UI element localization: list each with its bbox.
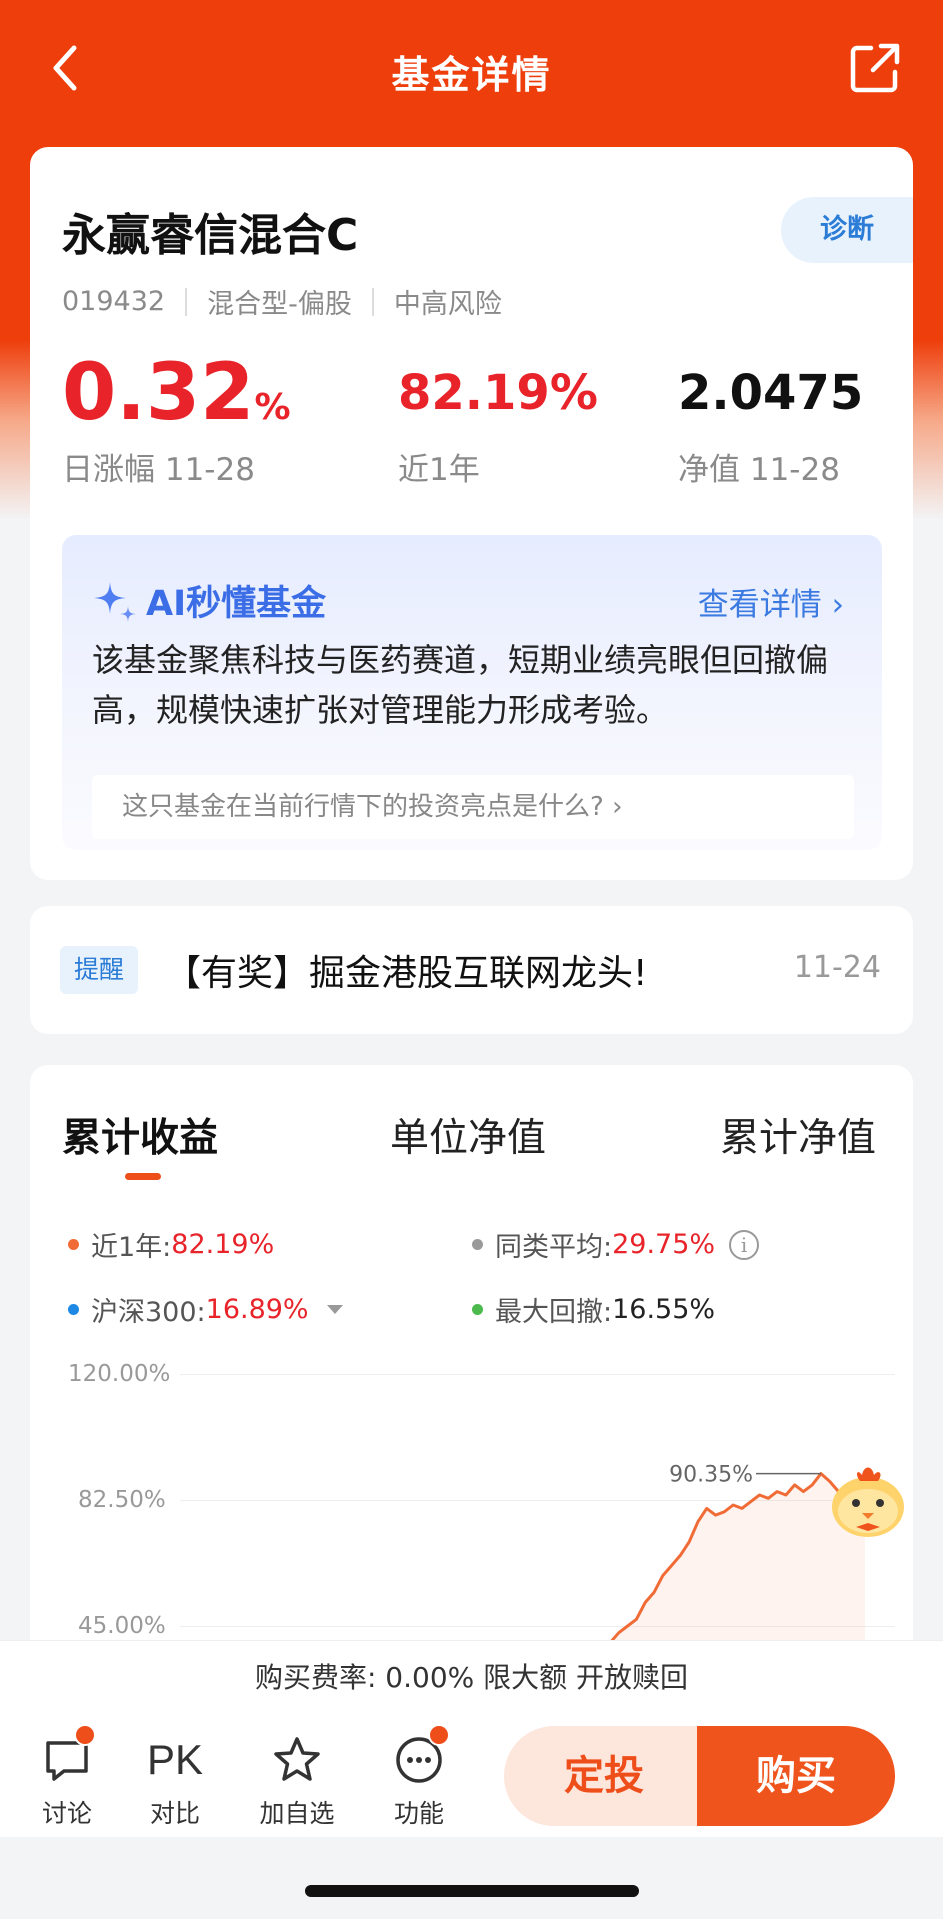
nav-label: 净值 11-28 <box>678 452 840 488</box>
divider <box>185 287 188 316</box>
ai-suggested-question[interactable]: 这只基金在当前行情下的投资亮点是什么? › <box>92 775 854 839</box>
home-indicator-area <box>0 1837 943 1919</box>
notification-badge <box>428 1724 450 1746</box>
notice-date: 11-24 <box>793 950 881 985</box>
fund-type: 混合型-偏股 <box>207 289 352 320</box>
ai-view-details-link[interactable]: 查看详情 › <box>698 579 844 624</box>
discuss-label: 讨论 <box>41 1799 92 1828</box>
daily-change-unit: % <box>254 387 291 428</box>
daily-change-number: 0.32 <box>62 348 255 438</box>
peak-label: 90.35% <box>669 1463 753 1488</box>
compare-button[interactable]: PK 对比 <box>130 1732 220 1830</box>
daily-change-label: 日涨幅 11-28 <box>62 452 255 488</box>
add-watchlist-button[interactable]: 加自选 <box>252 1732 342 1830</box>
fund-code: 019432 <box>62 286 166 317</box>
return-chart[interactable]: 90.35% <box>30 1065 913 1665</box>
buy-button[interactable]: 购买 <box>697 1726 895 1826</box>
func-label: 功能 <box>393 1799 444 1828</box>
notification-badge <box>74 1724 96 1746</box>
year-return-value: 82.19% <box>398 365 598 421</box>
notice-tag: 提醒 <box>60 946 138 994</box>
home-indicator[interactable] <box>305 1885 639 1897</box>
watch-label: 加自选 <box>259 1799 335 1828</box>
more-functions-button[interactable]: 功能 <box>374 1724 464 1830</box>
compare-icon-wrap: PK <box>130 1732 220 1788</box>
func-icon-wrap <box>374 1724 464 1788</box>
page-title: 基金详情 <box>391 53 552 97</box>
ai-insight-card: AI秒懂基金 查看详情 › 该基金聚焦科技与医药赛道，短期业绩亮眼但回撤偏高，规… <box>30 515 913 880</box>
fund-name: 永赢睿信混合C <box>62 210 359 261</box>
fund-meta: 019432 混合型-偏股 中高风险 <box>62 282 502 321</box>
notice-text: 【有奖】掘金港股互联网龙头! <box>165 953 648 994</box>
nav-value: 2.0475 <box>678 365 864 421</box>
daily-change-stat: 0.32% 日涨幅 11-28 <box>62 352 291 489</box>
fund-risk: 中高风险 <box>393 289 502 320</box>
year-return-stat: 82.19% 近1年 <box>398 352 598 489</box>
ai-insight-box: AI秒懂基金 查看详情 › 该基金聚焦科技与医药赛道，短期业绩亮眼但回撤偏高，规… <box>62 535 882 850</box>
sparkle-icon <box>94 581 136 622</box>
ai-title: AI秒懂基金 <box>92 575 326 626</box>
year-return-label: 近1年 <box>398 452 480 488</box>
watch-icon-wrap <box>252 1732 342 1788</box>
ai-summary: 该基金聚焦科技与医药赛道，短期业绩亮眼但回撤偏高，规模快速扩张对管理能力形成考验… <box>92 641 829 729</box>
notice-card[interactable]: 提醒 【有奖】掘金港股互联网龙头! 11-24 <box>30 906 913 1034</box>
performance-chart-card: 累计收益 单位净值 累计净值 近1年: 82.19% 同类平均: 29.75% … <box>30 1065 913 1665</box>
share-icon[interactable] <box>847 40 903 96</box>
star-icon <box>274 1737 320 1781</box>
daily-change-value: 0.32% <box>62 352 291 434</box>
bottom-toolbar: 讨论 PK 对比 加自选 功能 定投 购买 <box>0 1714 943 1837</box>
nav-bar: 基金详情 <box>0 0 943 140</box>
pk-icon: PK <box>146 1736 204 1783</box>
nav-stat: 2.0475 净值 11-28 <box>678 352 863 489</box>
divider <box>371 287 374 316</box>
fund-summary-card: 永赢睿信混合C 诊断 019432 混合型-偏股 中高风险 0.32% 日涨幅 … <box>30 147 913 532</box>
discuss-icon-wrap <box>22 1724 112 1788</box>
diagnose-button[interactable]: 诊断 <box>781 197 913 263</box>
fee-info-bar: 购买费率: 0.00% 限大额 开放赎回 <box>0 1640 943 1714</box>
compare-label: 对比 <box>149 1799 200 1828</box>
auto-invest-button[interactable]: 定投 <box>504 1726 704 1826</box>
ai-title-text: AI秒懂基金 <box>146 584 327 624</box>
discuss-button[interactable]: 讨论 <box>22 1724 112 1830</box>
mascot-chick-icon[interactable] <box>822 1455 914 1547</box>
